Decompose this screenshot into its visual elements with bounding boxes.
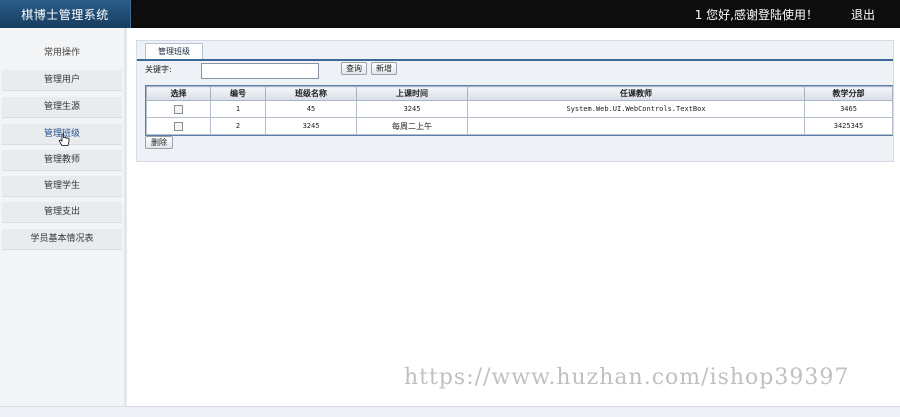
greeting-text: 1 您好,感谢登陆使用！ bbox=[694, 8, 818, 22]
sidebar-item-students[interactable]: 管理学生 bbox=[2, 176, 122, 197]
hand-cursor-icon bbox=[58, 133, 70, 146]
app-title: 棋博士管理系统 bbox=[0, 0, 131, 28]
sidebar-heading: 常用操作 bbox=[43, 48, 80, 58]
cell-teacher: System.Web.UI.WebControls.TextBox bbox=[467, 100, 805, 118]
cell-branch: 3425345 bbox=[804, 117, 893, 135]
cell-teacher bbox=[467, 117, 805, 135]
row-checkbox[interactable] bbox=[174, 104, 183, 114]
sidebar: 常用操作 管理用户 管理生源 管理班级 管理教师 管理学生 管理支出 学员基本情… bbox=[0, 28, 127, 406]
keyword-label: 关键字: bbox=[145, 65, 172, 74]
sidebar-item-sources[interactable]: 管理生源 bbox=[2, 97, 122, 118]
table-header-row: 选择 编号 班级名称 上课时间 任课教师 教学分部 bbox=[146, 86, 893, 101]
cell-id: 1 bbox=[210, 100, 266, 118]
table-row: 2 3245 每周二上午 3425345 bbox=[146, 117, 893, 135]
col-header-branch: 教学分部 bbox=[804, 86, 893, 101]
col-header-select: 选择 bbox=[146, 86, 211, 101]
row-select-cell bbox=[146, 100, 211, 118]
sidebar-item-expenses[interactable]: 管理支出 bbox=[2, 202, 122, 223]
table-row: 1 45 3245 System.Web.UI.WebControls.Text… bbox=[146, 100, 893, 118]
query-button[interactable]: 查询 bbox=[341, 62, 367, 75]
tab-manage-classes[interactable]: 管理班级 bbox=[145, 43, 203, 60]
col-header-teacher: 任课教师 bbox=[467, 86, 805, 101]
main-panel: 管理班级 关键字: 查询 新增 选择 编号 班级名称 上课时间 任课教师 教学分… bbox=[136, 40, 894, 162]
cell-time: 3245 bbox=[356, 100, 468, 118]
search-row: 关键字: 查询 新增 bbox=[145, 61, 885, 79]
col-header-id: 编号 bbox=[210, 86, 266, 101]
row-checkbox[interactable] bbox=[174, 121, 183, 131]
new-button[interactable]: 新增 bbox=[371, 62, 397, 75]
sidebar-item-student-report[interactable]: 学员基本情况表 bbox=[2, 229, 122, 250]
cell-branch: 3465 bbox=[804, 100, 893, 118]
col-header-class-name: 班级名称 bbox=[265, 86, 357, 101]
cell-time: 每周二上午 bbox=[356, 117, 468, 135]
class-table: 选择 编号 班级名称 上课时间 任课教师 教学分部 1 45 3245 Syst… bbox=[145, 85, 893, 136]
logout-link[interactable]: 退出 bbox=[851, 6, 875, 23]
sidebar-item-teachers[interactable]: 管理教师 bbox=[2, 150, 122, 171]
sidebar-item-users[interactable]: 管理用户 bbox=[2, 70, 122, 91]
watermark: https://www.huzhan.com/ishop39397 bbox=[404, 365, 850, 390]
top-bar: 棋博士管理系统 1 您好,感谢登陆使用！ 退出 bbox=[0, 0, 900, 28]
col-header-time: 上课时间 bbox=[356, 86, 468, 101]
bottom-border bbox=[0, 406, 900, 417]
keyword-input[interactable] bbox=[201, 63, 319, 79]
delete-button[interactable]: 删除 bbox=[145, 136, 173, 149]
cell-class-name: 3245 bbox=[265, 117, 357, 135]
cell-class-name: 45 bbox=[265, 100, 357, 118]
cell-id: 2 bbox=[210, 117, 266, 135]
row-select-cell bbox=[146, 117, 211, 135]
